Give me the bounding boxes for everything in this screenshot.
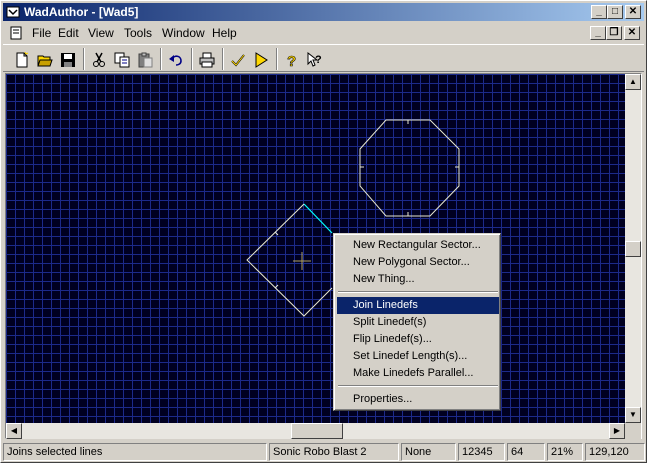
toolbar-separator bbox=[276, 48, 278, 70]
context-menu: New Rectangular Sector... New Polygonal … bbox=[333, 233, 501, 411]
wadauthor-app-icon[interactable] bbox=[6, 5, 20, 19]
horizontal-scrollbar[interactable]: ◀ ▶ bbox=[6, 423, 625, 439]
menu-new-thing[interactable]: New Thing... bbox=[337, 271, 499, 288]
toolbar-separator bbox=[160, 48, 162, 70]
scroll-down-button[interactable]: ▼ bbox=[625, 407, 641, 423]
context-help-button[interactable]: ? bbox=[304, 49, 326, 71]
cut-icon bbox=[93, 52, 105, 67]
diamond-sector[interactable] bbox=[246, 203, 333, 317]
menu-tools[interactable]: Tools bbox=[124, 26, 152, 40]
title-bar[interactable]: WadAuthor - [Wad5] _ □ ✕ bbox=[3, 3, 644, 21]
run-icon bbox=[255, 52, 268, 68]
status-value: 12345 bbox=[458, 443, 505, 461]
minimize-button[interactable]: _ bbox=[591, 5, 607, 19]
menu-flip-linedefs[interactable]: Flip Linedef(s)... bbox=[337, 331, 499, 348]
run-button[interactable] bbox=[250, 49, 272, 71]
undo-button[interactable] bbox=[165, 49, 187, 71]
svg-text:?: ? bbox=[315, 54, 322, 66]
horizontal-scroll-thumb[interactable] bbox=[291, 423, 343, 439]
toolbar-separator bbox=[222, 48, 224, 70]
scroll-right-button[interactable]: ▶ bbox=[609, 423, 625, 439]
menu-separator bbox=[338, 385, 498, 387]
context-help-icon: ? bbox=[307, 52, 322, 67]
status-game: Sonic Robo Blast 2 bbox=[269, 443, 399, 461]
open-button[interactable] bbox=[34, 49, 56, 71]
status-mode: None bbox=[401, 443, 456, 461]
toolbar: ? ? bbox=[3, 44, 644, 72]
paste-button[interactable] bbox=[134, 49, 156, 71]
map-canvas[interactable] bbox=[6, 74, 625, 423]
toolbar-separator bbox=[191, 48, 193, 70]
menu-edit[interactable]: Edit bbox=[58, 26, 79, 40]
window-title: WadAuthor - [Wad5] bbox=[24, 5, 139, 19]
save-button[interactable] bbox=[57, 49, 79, 71]
paste-icon bbox=[138, 52, 153, 68]
toolbar-separator bbox=[83, 48, 85, 70]
close-button[interactable]: ✕ bbox=[625, 5, 641, 19]
menu-new-polygonal-sector[interactable]: New Polygonal Sector... bbox=[337, 254, 499, 271]
child-close-button[interactable]: ✕ bbox=[624, 26, 640, 40]
check-button[interactable] bbox=[227, 49, 249, 71]
menu-new-rectangular-sector[interactable]: New Rectangular Sector... bbox=[337, 237, 499, 254]
menu-file[interactable]: File bbox=[32, 26, 51, 40]
cut-button[interactable] bbox=[88, 49, 110, 71]
new-icon bbox=[16, 52, 29, 68]
print-icon bbox=[199, 52, 215, 68]
menu-make-linedefs-parallel[interactable]: Make Linedefs Parallel... bbox=[337, 365, 499, 382]
status-message: Joins selected lines bbox=[3, 443, 267, 461]
print-button[interactable] bbox=[196, 49, 218, 71]
open-icon bbox=[37, 55, 53, 67]
child-restore-button[interactable]: ❐ bbox=[606, 26, 622, 40]
octagon-sector[interactable] bbox=[359, 119, 460, 217]
menu-split-linedefs[interactable]: Split Linedef(s) bbox=[337, 314, 499, 331]
scroll-up-button[interactable]: ▲ bbox=[625, 74, 641, 90]
menu-help[interactable]: Help bbox=[212, 26, 237, 40]
scroll-left-button[interactable]: ◀ bbox=[6, 423, 22, 439]
scrollbar-corner bbox=[625, 423, 641, 439]
status-zoom: 21% bbox=[547, 443, 583, 461]
vertical-scroll-thumb[interactable] bbox=[625, 241, 641, 257]
check-icon bbox=[231, 54, 245, 67]
new-button[interactable] bbox=[11, 49, 33, 71]
vertical-scrollbar[interactable]: ▲ ▼ bbox=[625, 74, 641, 423]
undo-icon bbox=[169, 55, 182, 66]
child-minimize-button[interactable]: _ bbox=[590, 26, 606, 40]
maximize-button[interactable]: □ bbox=[607, 5, 623, 19]
menu-window[interactable]: Window bbox=[162, 26, 205, 40]
status-bar: Joins selected lines Sonic Robo Blast 2 … bbox=[3, 442, 646, 462]
save-icon bbox=[61, 53, 75, 67]
map-geometry[interactable] bbox=[6, 74, 625, 423]
copy-icon bbox=[114, 52, 130, 68]
menu-separator bbox=[338, 291, 498, 293]
thing-crosshair[interactable] bbox=[293, 252, 311, 270]
copy-button[interactable] bbox=[111, 49, 133, 71]
help-icon: ? bbox=[287, 53, 297, 68]
status-grid-size: 64 bbox=[507, 443, 545, 461]
menu-view[interactable]: View bbox=[88, 26, 114, 40]
menu-join-linedefs[interactable]: Join Linedefs bbox=[337, 297, 499, 314]
help-button[interactable]: ? bbox=[281, 49, 303, 71]
menu-bar: File Edit View Tools Window Help _ ❐ ✕ bbox=[3, 23, 644, 42]
menu-properties[interactable]: Properties... bbox=[337, 391, 499, 408]
menu-set-linedef-length[interactable]: Set Linedef Length(s)... bbox=[337, 348, 499, 365]
app-window: WadAuthor - [Wad5] _ □ ✕ File Edit View … bbox=[0, 0, 647, 463]
status-coordinates: 129,120 bbox=[585, 443, 645, 461]
document-system-icon[interactable] bbox=[9, 26, 23, 40]
svg-text:?: ? bbox=[287, 53, 296, 68]
